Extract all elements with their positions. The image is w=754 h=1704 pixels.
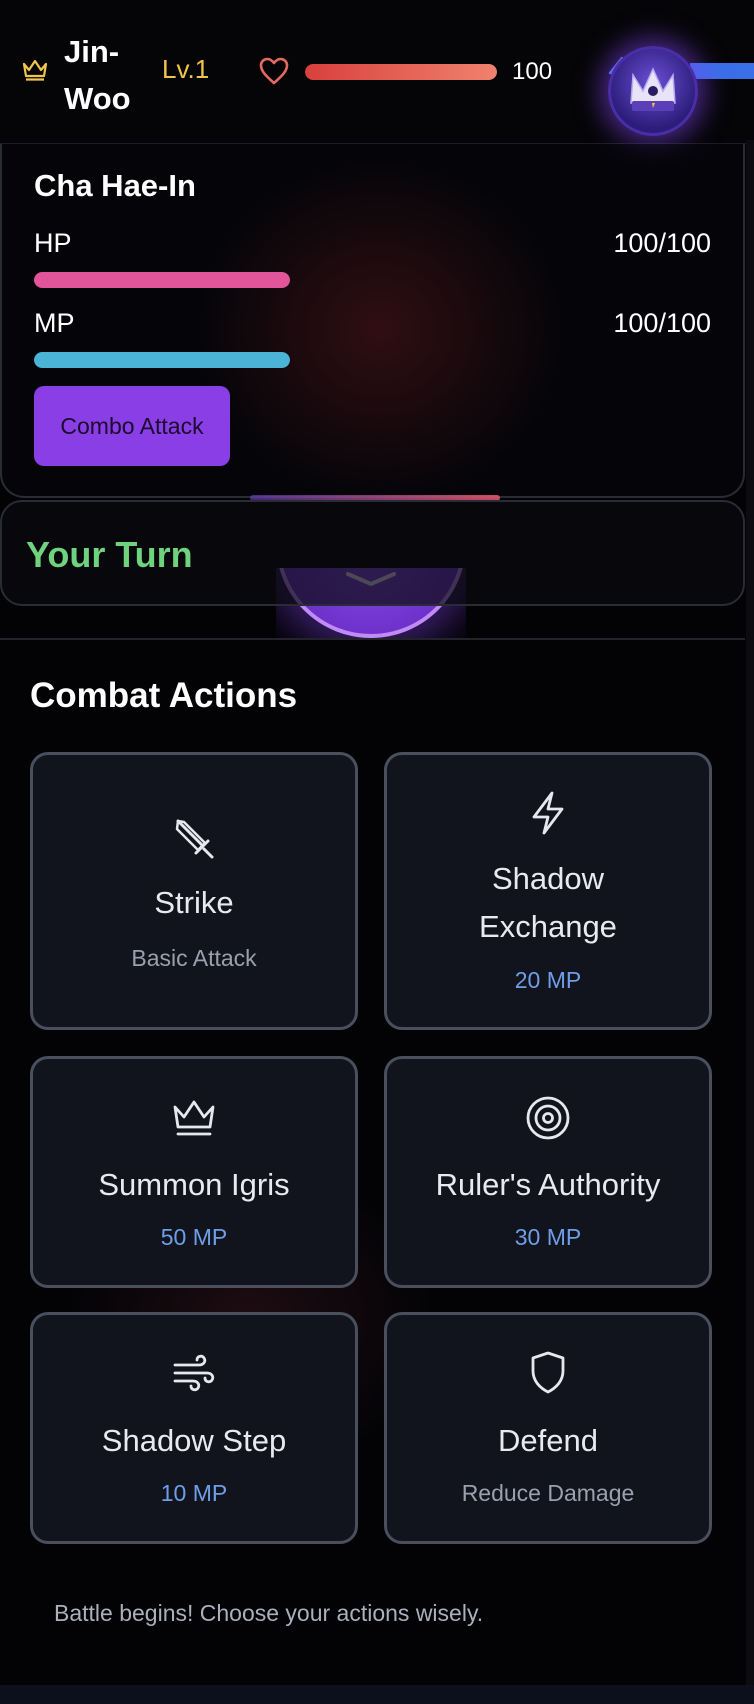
action-cost: Reduce Damage — [461, 1480, 635, 1506]
shadow-monarch-avatar[interactable] — [608, 46, 698, 136]
player-hp-fill — [305, 64, 497, 80]
battle-screen: Jin-Woo Lv.1 100 Cha Hae-In HP 100/100 M… — [0, 0, 754, 1704]
action-defend[interactable]: Defend Reduce Damage — [384, 1312, 712, 1544]
battle-log-message: Battle begins! Choose your actions wisel… — [54, 1600, 484, 1626]
section-divider — [0, 638, 745, 640]
wind-icon — [173, 1354, 215, 1392]
crown-icon — [173, 1100, 215, 1136]
ally-hp-value: 100/100 — [613, 228, 711, 258]
action-shadow-step[interactable]: Shadow Step 10 MP — [30, 1312, 358, 1544]
combat-actions-title: Combat Actions — [30, 676, 298, 715]
ally-mp-bar — [34, 352, 290, 368]
action-name: Defend — [498, 1423, 598, 1458]
ally-mp-fill — [34, 352, 290, 368]
turn-indicator: Your Turn — [0, 500, 745, 606]
action-name: Strike — [154, 885, 234, 920]
ally-hp-bar — [34, 272, 290, 288]
action-summon-igris[interactable]: Summon Igris 50 MP — [30, 1056, 358, 1288]
action-name: Shadow Exchange — [387, 855, 709, 951]
sword-icon — [175, 819, 214, 859]
action-cost: 20 MP — [514, 967, 582, 993]
player-hp-value: 100 — [512, 58, 553, 85]
bottom-bar — [0, 1685, 754, 1704]
action-cost: Basic Attack — [131, 945, 257, 971]
player-level: Lv.1 — [162, 54, 210, 84]
lightning-icon — [532, 791, 564, 835]
action-cost: 50 MP — [160, 1224, 228, 1250]
action-cost: 30 MP — [514, 1224, 582, 1250]
target-icon — [526, 1096, 570, 1140]
scroll-edge — [746, 140, 754, 1685]
ally-card: Cha Hae-In HP 100/100 MP 100/100 Combo A… — [0, 144, 745, 498]
monarch-crown-icon — [630, 67, 676, 111]
action-name-text: Shadow Exchange — [479, 861, 617, 944]
player-hp-bar — [305, 64, 497, 80]
combo-attack-button[interactable]: Combo Attack — [34, 386, 230, 466]
action-strike[interactable]: Strike Basic Attack — [30, 752, 358, 1030]
player-name: Jin-Woo — [64, 34, 131, 116]
player-status-header: Jin-Woo Lv.1 100 — [0, 0, 754, 144]
action-rulers-authority[interactable]: Ruler's Authority 30 MP — [384, 1056, 712, 1288]
action-cost: 10 MP — [160, 1480, 228, 1506]
ally-mp-value: 100/100 — [613, 308, 711, 338]
player-mp-bar — [690, 63, 754, 79]
action-name: Summon Igris — [98, 1167, 290, 1202]
heart-icon — [259, 57, 289, 85]
ally-hp-label: HP — [34, 228, 72, 258]
action-shadow-exchange[interactable]: Shadow Exchange 20 MP — [384, 752, 712, 1030]
shield-icon — [531, 1351, 565, 1394]
ally-mp-label: MP — [34, 308, 75, 338]
action-name: Ruler's Authority — [435, 1167, 661, 1202]
crown-icon — [22, 59, 48, 81]
ally-name: Cha Hae-In — [34, 168, 196, 203]
action-name: Shadow Step — [101, 1423, 287, 1458]
ally-hp-fill — [34, 272, 290, 288]
turn-text: Your Turn — [26, 534, 193, 575]
